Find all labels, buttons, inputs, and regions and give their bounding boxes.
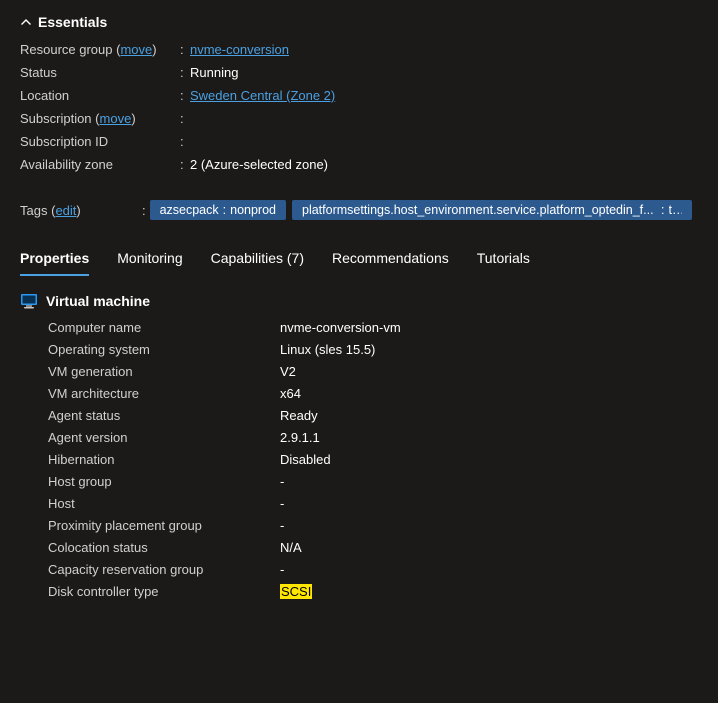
prop-label: Host — [48, 496, 280, 511]
subscription-move-link[interactable]: move — [100, 111, 132, 126]
tab-monitoring[interactable]: Monitoring — [117, 242, 182, 274]
label-availability-zone: Availability zone — [20, 157, 113, 172]
tag-value: tr... — [669, 203, 682, 217]
prop-value: nvme-conversion-vm — [280, 320, 401, 335]
tag-key: azsecpack — [160, 203, 219, 217]
essentials-row-tags: Tags (edit) : azsecpack : nonprod platfo… — [20, 200, 698, 220]
vm-icon — [20, 292, 38, 310]
prop-value: x64 — [280, 386, 301, 401]
tag-pill[interactable]: azsecpack : nonprod — [150, 200, 286, 220]
prop-label: Agent version — [48, 430, 280, 445]
prop-row-vm-architecture: VM architecture x64 — [48, 386, 698, 401]
prop-value: Ready — [280, 408, 318, 423]
essentials-row-location: Location : Sweden Central (Zone 2) — [20, 88, 698, 103]
essentials-header[interactable]: Essentials — [20, 14, 698, 30]
essentials-row-subscription: Subscription (move) : — [20, 111, 698, 126]
value-status: Running — [190, 65, 238, 80]
prop-value: - — [280, 518, 284, 533]
vm-group-title: Virtual machine — [46, 293, 150, 309]
prop-value: Linux (sles 15.5) — [280, 342, 375, 357]
prop-row-disk-controller: Disk controller type SCSI — [48, 584, 698, 599]
location-link[interactable]: Sweden Central (Zone 2) — [190, 88, 335, 103]
label-tags: Tags — [20, 203, 47, 218]
prop-row-agent-version: Agent version 2.9.1.1 — [48, 430, 698, 445]
prop-row-agent-status: Agent status Ready — [48, 408, 698, 423]
prop-value: - — [280, 562, 284, 577]
prop-row-host: Host - — [48, 496, 698, 511]
essentials-row-status: Status : Running — [20, 65, 698, 80]
vm-group-header: Virtual machine — [20, 292, 698, 310]
essentials-row-subscription-id: Subscription ID : — [20, 134, 698, 149]
chevron-up-icon — [20, 16, 32, 28]
prop-row-host-group: Host group - — [48, 474, 698, 489]
label-location: Location — [20, 88, 69, 103]
resource-group-move-link[interactable]: move — [120, 42, 152, 57]
essentials-title: Essentials — [38, 14, 107, 30]
prop-value-highlighted: SCSI — [280, 584, 312, 599]
tags-edit-link[interactable]: edit — [55, 203, 76, 218]
essentials-row-resource-group: Resource group (move) : nvme-conversion — [20, 42, 698, 57]
prop-label: Capacity reservation group — [48, 562, 280, 577]
label-subscription-id: Subscription ID — [20, 134, 108, 149]
prop-label: Agent status — [48, 408, 280, 423]
essentials-row-availability-zone: Availability zone : 2 (Azure-selected zo… — [20, 157, 698, 172]
tab-tutorials[interactable]: Tutorials — [477, 242, 530, 274]
label-status: Status — [20, 65, 57, 80]
prop-label: VM generation — [48, 364, 280, 379]
prop-row-colocation: Colocation status N/A — [48, 540, 698, 555]
prop-row-hibernation: Hibernation Disabled — [48, 452, 698, 467]
prop-value: V2 — [280, 364, 296, 379]
prop-label: Computer name — [48, 320, 280, 335]
prop-label: Colocation status — [48, 540, 280, 555]
resource-group-link[interactable]: nvme-conversion — [190, 42, 289, 57]
prop-label: Proximity placement group — [48, 518, 280, 533]
prop-row-computer-name: Computer name nvme-conversion-vm — [48, 320, 698, 335]
prop-label: Host group — [48, 474, 280, 489]
value-availability-zone: 2 (Azure-selected zone) — [190, 157, 328, 172]
prop-value: N/A — [280, 540, 302, 555]
prop-row-capacity-res: Capacity reservation group - — [48, 562, 698, 577]
prop-value: Disabled — [280, 452, 331, 467]
prop-label: Operating system — [48, 342, 280, 357]
prop-label: Hibernation — [48, 452, 280, 467]
tab-capabilities[interactable]: Capabilities (7) — [211, 242, 304, 274]
prop-label: Disk controller type — [48, 584, 280, 599]
prop-value: - — [280, 496, 284, 511]
prop-row-ppg: Proximity placement group - — [48, 518, 698, 533]
prop-row-os: Operating system Linux (sles 15.5) — [48, 342, 698, 357]
label-resource-group: Resource group — [20, 42, 113, 57]
label-subscription: Subscription — [20, 111, 92, 126]
tag-value: nonprod — [230, 203, 276, 217]
tag-pill[interactable]: platformsettings.host_environment.servic… — [292, 200, 692, 220]
tab-recommendations[interactable]: Recommendations — [332, 242, 449, 274]
prop-label: VM architecture — [48, 386, 280, 401]
prop-value: 2.9.1.1 — [280, 430, 320, 445]
tab-properties[interactable]: Properties — [20, 242, 89, 274]
prop-row-vm-generation: VM generation V2 — [48, 364, 698, 379]
tag-key: platformsettings.host_environment.servic… — [302, 203, 654, 217]
prop-value: - — [280, 474, 284, 489]
tab-bar: Properties Monitoring Capabilities (7) R… — [20, 242, 698, 274]
